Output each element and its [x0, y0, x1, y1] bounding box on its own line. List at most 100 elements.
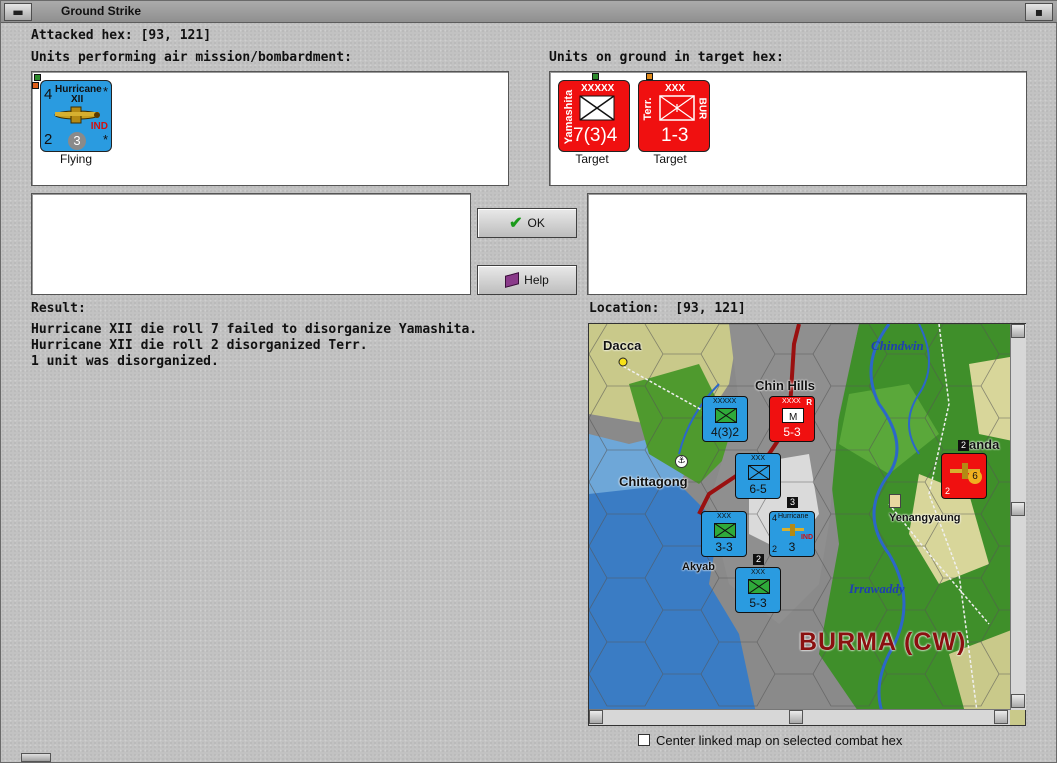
- infantry-icon: [715, 408, 737, 423]
- resize-grip[interactable]: [21, 753, 51, 762]
- map-counter-size: XXX: [751, 569, 766, 576]
- map-counter-attack: 4: [772, 513, 778, 523]
- air-unit-star-top: *: [102, 84, 108, 99]
- map-counter[interactable]: XXXXX 4(3)2: [702, 396, 748, 442]
- status-marker-icon: [592, 73, 599, 80]
- map-counter-size: XXX: [717, 513, 732, 520]
- map-counter[interactable]: XXX 5-3: [735, 567, 781, 613]
- center-map-checkbox[interactable]: [638, 734, 650, 746]
- map-counter-attack: 2: [945, 486, 951, 496]
- result-line: Hurricane XII die roll 2 disorganized Te…: [31, 338, 368, 353]
- map-counter[interactable]: 6 2: [941, 453, 987, 499]
- scroll-left-arrow-icon[interactable]: [589, 710, 603, 724]
- map-place-label: Chin Hills: [755, 378, 815, 393]
- map-counter-strength: 6-5: [749, 482, 767, 496]
- attacked-hex-value: [93, 121]: [140, 28, 212, 43]
- map-counter-strength: 3-3: [715, 540, 733, 554]
- close-button[interactable]: ▪: [1025, 3, 1053, 21]
- stack-count-badge: 3: [787, 497, 798, 508]
- air-unit-defense: 2: [44, 131, 53, 148]
- ground-unit-nation: BUR: [696, 97, 708, 120]
- map-counter[interactable]: 4 Hurricane IND 2 3: [769, 511, 815, 557]
- result-text: Hurricane XII die roll 7 failed to disor…: [31, 322, 477, 370]
- svg-text:M: M: [789, 412, 797, 423]
- location-row: Location: [93, 121]: [589, 301, 746, 316]
- map-counter[interactable]: XXXX R M 5-3: [769, 396, 815, 442]
- ground-unit-name: Terr.: [642, 97, 654, 121]
- map-counter-strength: 4(3)2: [710, 425, 739, 439]
- close-icon: ▪: [1034, 5, 1044, 19]
- oil-resource-icon: [889, 494, 901, 508]
- scroll-thumb[interactable]: [1011, 502, 1025, 516]
- ground-unit-status: Target: [653, 152, 687, 166]
- status-marker-icon: [32, 82, 39, 89]
- port-icon: ⚓: [675, 455, 688, 468]
- map-horizontal-scrollbar[interactable]: [589, 709, 1010, 725]
- status-marker-icon: [34, 74, 41, 81]
- infantry-icon: [748, 465, 770, 480]
- map-place-label: Yenangyaung: [889, 512, 961, 524]
- map-counter-size: Hurricane: [778, 513, 809, 520]
- result-heading: Result:: [31, 301, 86, 316]
- book-icon: [505, 272, 520, 288]
- map-counter-strength: 3: [788, 540, 796, 554]
- air-unit-counter[interactable]: 4 * Hurricane XII IND 2 3 *: [40, 80, 112, 152]
- ground-units-panel: Yamashita XXXXX 7(3)4 Target Terr. XXX B…: [549, 71, 1027, 186]
- map-counter-strength: 5-3: [783, 425, 801, 439]
- ground-detail-panel: [587, 193, 1027, 295]
- map-region-label: BURMA (CW): [799, 628, 967, 656]
- minimize-icon: ▬: [12, 5, 24, 19]
- ground-unit-counter-yamashita[interactable]: Yamashita XXXXX 7(3)4: [558, 80, 630, 152]
- ground-unit-size: XXX: [665, 83, 686, 94]
- location-label: Location:: [589, 301, 660, 316]
- result-line: 1 unit was disorganized.: [31, 354, 219, 369]
- checkmark-icon: ✔: [509, 215, 523, 232]
- infantry-icon: [748, 579, 770, 594]
- map-counter-strength: 5-3: [749, 596, 767, 610]
- map-place-label: Chittagong: [619, 474, 688, 489]
- scroll-thumb[interactable]: [789, 710, 803, 724]
- status-marker-icon: [646, 73, 653, 80]
- air-unit-status: Flying: [59, 152, 92, 166]
- air-unit-nation: IND: [90, 121, 108, 132]
- stack-count-badge: 2: [753, 554, 764, 565]
- air-detail-panel: [31, 193, 471, 295]
- ground-unit-status: Target: [575, 152, 609, 166]
- help-button[interactable]: Help: [477, 265, 577, 295]
- stack-count-badge: 2: [958, 440, 969, 451]
- map-place-label: Akyab: [682, 561, 716, 573]
- map-counter-size: XXXX: [782, 398, 801, 405]
- title-bar[interactable]: ▬ Ground Strike ▪: [1, 1, 1057, 23]
- linked-map[interactable]: Dacca Chin Hills Chittagong Akyab Yenang…: [588, 323, 1026, 726]
- map-counter-size: XXX: [751, 455, 766, 462]
- mechanized-icon: M: [782, 408, 804, 423]
- scroll-right-arrow-icon[interactable]: [994, 710, 1008, 724]
- attacked-hex-row: Attacked hex: [93, 121]: [31, 28, 211, 43]
- map-vertical-scrollbar[interactable]: [1010, 324, 1026, 710]
- infantry-icon: [579, 95, 615, 121]
- ok-button-label: OK: [527, 216, 545, 230]
- help-button-label: Help: [524, 273, 549, 287]
- ok-button[interactable]: ✔ OK: [477, 208, 577, 238]
- ground-units-heading: Units on ground in target hex:: [549, 50, 784, 65]
- center-map-checkbox-label: Center linked map on selected combat hex: [656, 733, 903, 748]
- system-menu-button[interactable]: ▬: [4, 3, 32, 21]
- infantry-icon: [714, 523, 736, 538]
- map-counter[interactable]: XXX 6-5: [735, 453, 781, 499]
- air-unit-star-bottom: *: [102, 132, 108, 147]
- ground-unit-strength: 1-3: [661, 125, 689, 146]
- air-unit-range: 3: [68, 132, 86, 150]
- air-units-panel: 4 * Hurricane XII IND 2 3 * Flying: [31, 71, 509, 186]
- map-counter-size: XXXXX: [713, 398, 737, 405]
- scroll-up-arrow-icon[interactable]: [1011, 324, 1025, 338]
- ground-unit-strength: 7(3)4: [573, 125, 618, 146]
- ground-unit-size: XXXXX: [581, 83, 615, 94]
- map-place-label: Dacca: [603, 338, 642, 353]
- ground-unit-counter-terr[interactable]: Terr. XXX BUR 1-3: [638, 80, 710, 152]
- ground-strike-window: ▬ Ground Strike ▪ Attacked hex: [93, 121…: [0, 0, 1057, 763]
- map-counter-strength: 6: [968, 470, 982, 484]
- scroll-down-arrow-icon[interactable]: [1011, 694, 1025, 708]
- window-title: Ground Strike: [61, 4, 142, 18]
- location-value: [93, 121]: [675, 301, 746, 316]
- map-counter[interactable]: XXX 3-3: [701, 511, 747, 557]
